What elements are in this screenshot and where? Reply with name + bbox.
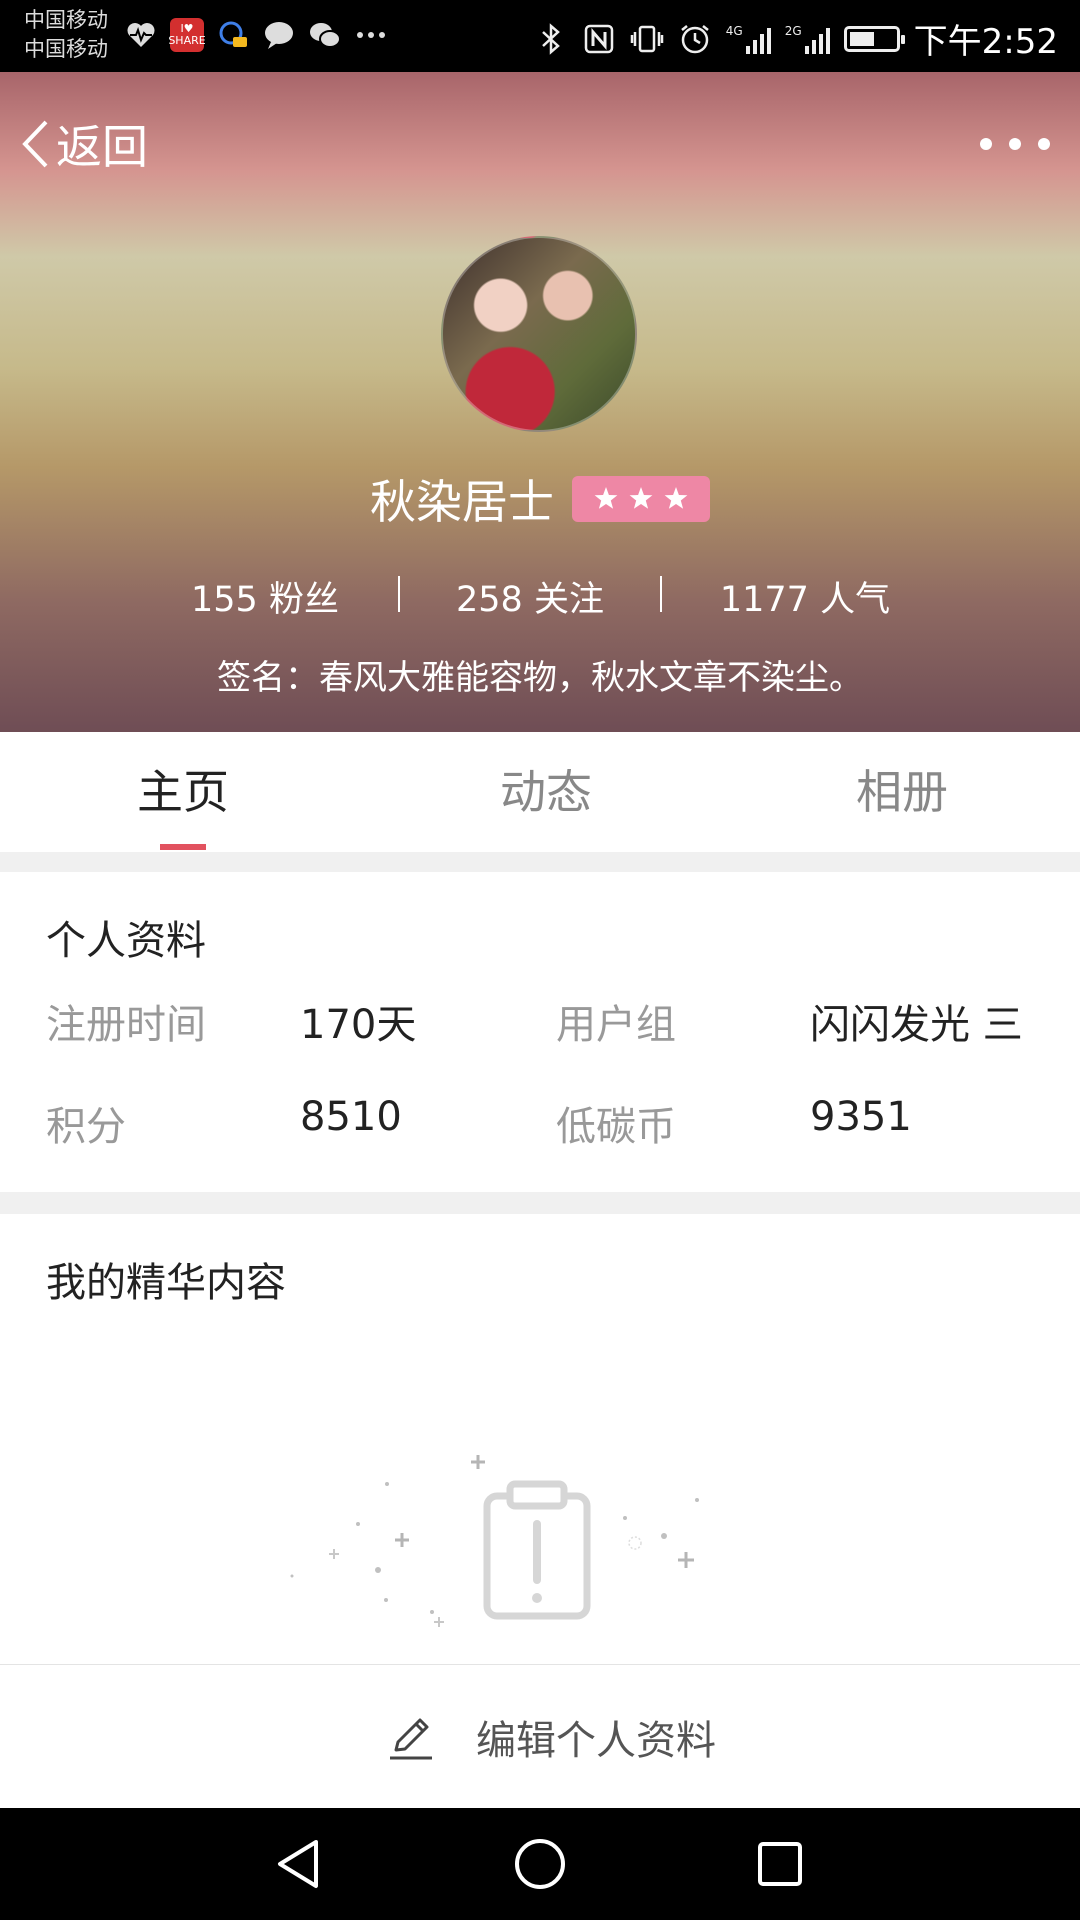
- status-bar: 中国移动 中国移动 I♥ SHARE 4G 2G 下午2:52: [0, 0, 1080, 72]
- assistant-icon: [216, 18, 250, 52]
- following-label: 关注: [533, 580, 604, 620]
- carbon-coin-value: 9351: [810, 1094, 912, 1140]
- more-icon: [354, 18, 388, 52]
- followers-count: 155: [191, 580, 258, 620]
- star-icon: [594, 487, 618, 509]
- carrier-info: 中国移动 中国移动: [24, 6, 108, 64]
- personal-info-card: 个人资料 注册时间 170天 用户组 闪闪发光 三 积分 8510 低碳币 93…: [0, 872, 1080, 1192]
- chevron-left-icon: [22, 120, 48, 168]
- battery-icon: [843, 25, 905, 52]
- star-icon: [629, 487, 653, 509]
- battery-level: [849, 31, 874, 46]
- following-count: 258: [456, 580, 523, 620]
- system-nav-bar: [0, 1808, 1080, 1920]
- signature: 签名：春风大雅能容物，秋水文章不染尘。: [217, 658, 863, 698]
- nav-bar: 返回: [0, 72, 1080, 216]
- signal-icon: 4G: [726, 24, 771, 54]
- highlights-title: 我的精华内容: [46, 1260, 286, 1306]
- followers-stat[interactable]: 155 粉丝: [150, 570, 380, 630]
- wechat-icon: [308, 18, 342, 52]
- carrier-1: 中国移动: [24, 8, 108, 32]
- back-label: 返回: [56, 120, 148, 174]
- recents-icon[interactable]: [750, 1834, 810, 1894]
- system-status: 4G 2G 下午2:52: [534, 14, 1058, 63]
- home-icon[interactable]: [510, 1834, 570, 1894]
- section-divider: [0, 1192, 1080, 1214]
- nfc-icon: [582, 22, 616, 56]
- star-icons: [594, 487, 688, 509]
- star-icon: [664, 487, 688, 509]
- bluetooth-icon: [534, 22, 568, 56]
- popularity-label: 人气: [820, 580, 891, 620]
- edit-profile-button[interactable]: 编辑个人资料: [386, 1695, 716, 1779]
- points-label: 积分: [46, 1104, 126, 1150]
- back-icon[interactable]: [270, 1834, 330, 1894]
- user-group-label: 用户组: [556, 1002, 676, 1048]
- network-type-4g: 4G: [725, 23, 743, 38]
- points-value: 8510: [300, 1094, 402, 1140]
- signal-icon: 2G: [785, 24, 830, 54]
- vibrate-icon: [630, 22, 664, 56]
- username-row: 秋染居士: [0, 466, 1080, 532]
- register-time-value: 170天: [300, 1002, 417, 1048]
- heartbeat-icon: [124, 18, 158, 52]
- level-badge: [572, 476, 710, 522]
- popularity-count: 1177: [719, 580, 809, 620]
- tab-album[interactable]: 相册: [752, 732, 1052, 852]
- tab-indicator: [160, 844, 206, 850]
- alarm-icon: [678, 22, 712, 56]
- carbon-coin-label: 低碳币: [556, 1104, 676, 1150]
- register-time-label: 注册时间: [46, 1002, 206, 1048]
- screen: 中国移动 中国移动 I♥ SHARE 4G 2G 下午2:52 返回 秋染居士 …: [0, 0, 1080, 1920]
- stats-divider: [660, 576, 662, 612]
- followers-label: 粉丝: [268, 580, 339, 620]
- share-icon: I♥ SHARE: [168, 18, 206, 52]
- more-horizontal-icon[interactable]: [980, 130, 1050, 158]
- carrier-2: 中国移动: [24, 37, 108, 61]
- following-stat[interactable]: 258 关注: [420, 570, 640, 630]
- notification-icons: I♥ SHARE: [124, 18, 388, 52]
- edit-profile-bar: 编辑个人资料: [0, 1664, 1080, 1808]
- stats-row: 155 粉丝 258 关注 1177 人气: [0, 570, 1080, 630]
- message-icon: [262, 18, 296, 52]
- edit-profile-label: 编辑个人资料: [476, 1718, 716, 1764]
- tab-bar: 主页 动态 相册: [0, 732, 1080, 852]
- avatar[interactable]: [441, 236, 637, 432]
- empty-clipboard-icon: [290, 1455, 699, 1627]
- user-group-value: 闪闪发光 三: [810, 1002, 1023, 1048]
- stats-divider: [398, 576, 400, 612]
- back-button[interactable]: 返回: [20, 112, 148, 176]
- tab-activity[interactable]: 动态: [396, 732, 696, 852]
- tab-home[interactable]: 主页: [33, 732, 333, 852]
- network-type-2g: 2G: [784, 23, 802, 38]
- personal-info-title: 个人资料: [46, 918, 206, 964]
- section-divider: [0, 852, 1080, 872]
- popularity-stat: 1177 人气: [690, 570, 920, 630]
- pencil-icon: [390, 1718, 432, 1760]
- share-badge-text: I♥ SHARE: [168, 22, 206, 47]
- clock: 下午2:52: [913, 22, 1058, 62]
- username: 秋染居士: [370, 475, 554, 529]
